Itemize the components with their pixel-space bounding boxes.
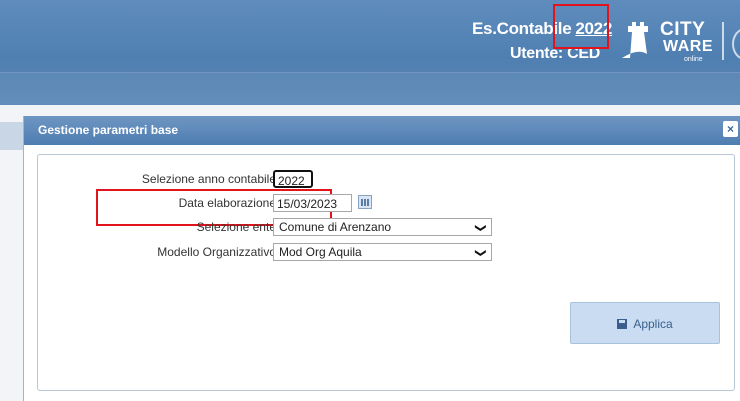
highlight-box-year (553, 4, 609, 49)
ente-select-value: Comune di Arenzano (279, 220, 392, 234)
dialog-content: Selezione anno contabile 2022 Data elabo… (37, 154, 735, 391)
app-header: Es.Contabile 2022 Utente: CED CITY WARE o… (0, 0, 740, 106)
apply-button[interactable]: Applica (570, 302, 720, 344)
anno-input[interactable]: 2022 (273, 170, 313, 188)
apply-button-label: Applica (633, 317, 673, 331)
logo-text-ware: WARE (663, 38, 713, 55)
modello-label: Modello Organizzativo (157, 245, 276, 259)
data-input[interactable]: 15/03/2023 (273, 194, 352, 212)
ente-select[interactable]: Comune di Arenzano ❯ (273, 218, 492, 236)
logo-text-city: CITY (660, 19, 706, 40)
modello-select[interactable]: Mod Org Aquila ❯ (273, 243, 492, 261)
calendar-icon[interactable] (358, 195, 372, 209)
logo-text-online: online (684, 56, 703, 63)
close-icon[interactable]: × (723, 121, 738, 137)
user-menu-icon[interactable] (732, 28, 740, 60)
save-icon (617, 319, 628, 329)
header-toolbar-strip (0, 72, 740, 106)
data-label: Data elaborazione (178, 196, 276, 210)
chevron-down-icon: ❯ (474, 248, 487, 258)
dialog-title: Gestione parametri base (24, 116, 740, 145)
chevron-down-icon: ❯ (474, 223, 487, 233)
anno-label: Selezione anno contabile (141, 172, 276, 186)
modello-select-value: Mod Org Aquila (279, 245, 362, 259)
header-separator (722, 22, 724, 60)
ente-label: Selezione ente (196, 220, 276, 234)
cityware-tower-icon (622, 22, 648, 58)
dialog-gestione-parametri: Gestione parametri base × Selezione anno… (23, 116, 740, 401)
cityware-logo: CITY WARE online (620, 18, 720, 66)
